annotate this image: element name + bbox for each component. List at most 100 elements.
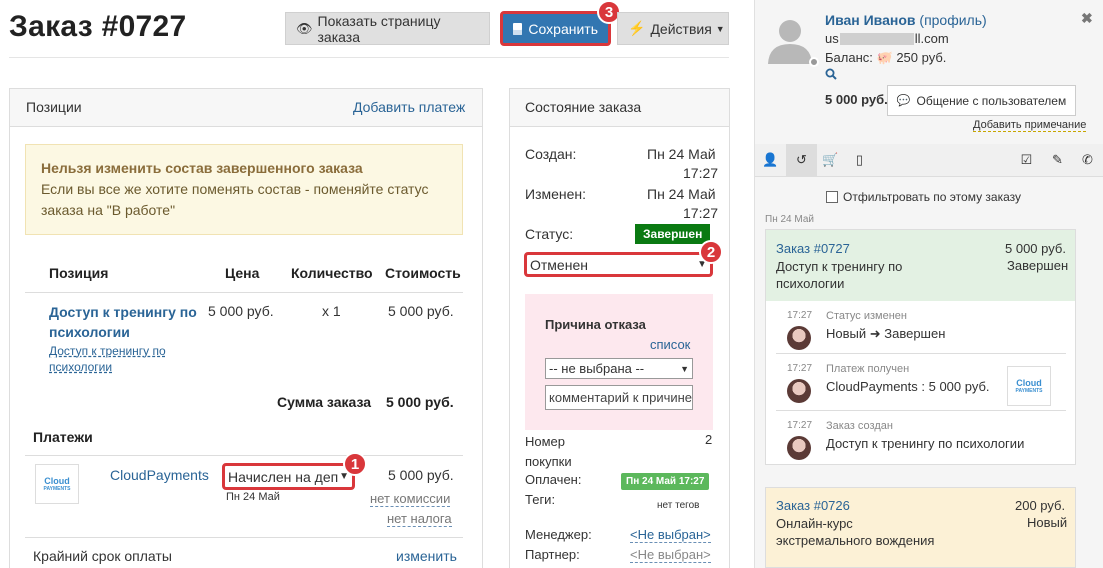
commission-link[interactable]: нет комиссии (370, 491, 451, 507)
user-tab-icon[interactable]: 👤 (755, 144, 786, 176)
reason-list-link[interactable]: список (650, 337, 690, 352)
event-text: CloudPayments : 5 000 руб. (826, 379, 990, 394)
order-0726-amount: 200 руб. (1015, 498, 1066, 513)
order-0727-amount: 5 000 руб. (1005, 241, 1066, 256)
status-label: Статус: (525, 226, 574, 242)
page-title: Заказ #0727 (9, 10, 187, 43)
table-divider (25, 292, 463, 293)
status-badge: Завершен (635, 224, 711, 244)
tax-link[interactable]: нет налога (387, 511, 452, 527)
user-name-row: Иван Иванов (профиль) (825, 12, 987, 28)
filter-checkbox[interactable] (826, 191, 838, 203)
cart-tab-icon[interactable]: 🛒 (815, 144, 846, 176)
filter-by-order[interactable]: Отфильтровать по этому заказу (826, 190, 1021, 204)
user-profile-link[interactable]: (профиль) (919, 12, 986, 28)
col-qty: Количество (291, 265, 373, 281)
cloudpayments-logo: Cloud PAYMENTS (35, 464, 79, 504)
col-position: Позиция (49, 265, 109, 281)
order-0727-status: Завершен (1007, 258, 1069, 273)
deadline-change-link[interactable]: изменить (396, 548, 457, 564)
deadline-label: Крайний срок оплаты (33, 548, 172, 564)
phone-tab-icon[interactable]: ✆ (1072, 144, 1103, 176)
actions-dropdown[interactable]: ⚡ Действия ▼ (617, 12, 729, 45)
order-0726-status: Новый (1027, 515, 1068, 530)
email-redaction (839, 32, 914, 45)
warning-title: Нельзя изменить состав завершенного зака… (41, 160, 363, 176)
callout-2: 2 (699, 240, 723, 264)
chat-icon: 💬 (896, 95, 911, 107)
user-total: 5 000 руб. (825, 92, 888, 107)
pencil-tab-icon[interactable]: ✎ (1042, 144, 1073, 176)
eye-icon: 👁 (296, 20, 313, 36)
manager-select[interactable]: <Не выбран> (630, 527, 711, 543)
user-email: us ll.com (825, 31, 949, 46)
warning-alert: Нельзя изменить состав завершенного зака… (25, 144, 463, 235)
event-title: Заказ создан (826, 420, 893, 432)
close-icon[interactable]: ✖ (1081, 10, 1093, 27)
paid-label: Оплачен: (525, 472, 582, 487)
event-time: 17:27 (787, 420, 813, 431)
changed-value: Пн 24 Май (647, 186, 716, 202)
col-cost: Стоимость (385, 265, 461, 281)
save-button[interactable]: Сохранить (500, 11, 611, 46)
order-0727-link[interactable]: Заказ #0727 (776, 241, 850, 256)
mobile-tab-icon[interactable]: ▯ (844, 144, 875, 176)
total-label: Сумма заказа (277, 394, 372, 410)
history-tab-icon[interactable]: ↺ (786, 144, 817, 176)
payment-provider-link[interactable]: CloudPayments (110, 467, 209, 483)
event-avatar (787, 436, 811, 460)
show-order-page-button[interactable]: 👁 Показать страницу заказа (285, 12, 490, 45)
item-qty: x 1 (322, 303, 341, 319)
warning-text: Если вы все же хотите поменять состав - … (41, 181, 429, 218)
total-value: 5 000 руб. (386, 394, 454, 410)
created-label: Создан: (525, 146, 577, 162)
search-icon[interactable] (825, 68, 837, 83)
date-group-label: Пн 24 Май (765, 214, 814, 225)
add-payment-link[interactable]: Добавить платеж (353, 99, 465, 115)
add-note-link[interactable]: Добавить примечание (973, 119, 1087, 132)
item-name-link[interactable]: Доступ к тренингу по психологии (49, 302, 199, 342)
chevron-down-icon: ▼ (680, 363, 689, 374)
item-price: 5 000 руб. (208, 303, 274, 319)
reason-title: Причина отказа (545, 317, 646, 332)
order-0726-link[interactable]: Заказ #0726 (776, 498, 850, 513)
floppy-icon (513, 22, 523, 35)
order-0726-title: Онлайн-курс экстремального вождения (776, 516, 935, 548)
payment-date: Пн 24 Май (226, 491, 280, 503)
event-title: Платеж получен (826, 363, 910, 375)
reason-select[interactable]: -- не выбрана -- ▼ (545, 358, 693, 379)
payment-status-select[interactable]: Начислен на деп ▼ (222, 463, 355, 490)
order-state-title: Состояние заказа (525, 99, 642, 115)
tasks-tab-icon[interactable]: ☑ (1011, 144, 1042, 176)
changed-label: Изменен: (525, 186, 587, 202)
payments-title: Платежи (33, 429, 93, 445)
reason-comment-input[interactable]: комментарий к причине (545, 385, 693, 410)
bolt-icon: ⚡ (628, 20, 646, 36)
cloudpayments-logo: Cloud PAYMENTS (1007, 366, 1051, 406)
partner-label: Партнер: (525, 547, 580, 562)
purchase-number-value: 2 (705, 432, 713, 447)
event-divider (776, 353, 1066, 354)
created-value: Пн 24 Май (647, 146, 716, 162)
save-label: Сохранить (528, 20, 598, 37)
event-avatar (787, 326, 811, 350)
user-balance: Баланс: 🐖 250 руб. (825, 50, 947, 65)
user-avatar (765, 14, 815, 64)
event-time: 17:27 (787, 310, 813, 321)
item-sublink[interactable]: Доступ к тренингу по психологии (49, 343, 179, 375)
deadline-divider (25, 537, 463, 538)
paid-badge: Пн 24 Май 17:27 (621, 473, 710, 490)
payments-divider (25, 455, 463, 456)
tags-value: нет тегов (657, 500, 700, 511)
user-name-link[interactable]: Иван Иванов (825, 12, 916, 28)
event-time: 17:27 (787, 363, 813, 374)
event-text: Доступ к тренингу по психологии (826, 436, 1025, 451)
partner-select[interactable]: <Не выбран> (630, 547, 711, 563)
event-avatar (787, 379, 811, 403)
changed-time: 17:27 (683, 205, 719, 221)
sidebar-tabs: 👤 ↺ 🛒 ▯ ☑ ✎ ✆ (755, 144, 1103, 177)
order-status-select[interactable]: Отменен ▼ (524, 252, 713, 277)
chat-button[interactable]: 💬 Общение с пользователем (887, 85, 1076, 116)
purchase-number-label: Номер покупки (525, 434, 572, 469)
show-order-page-label: Показать страницу заказа (317, 12, 441, 45)
